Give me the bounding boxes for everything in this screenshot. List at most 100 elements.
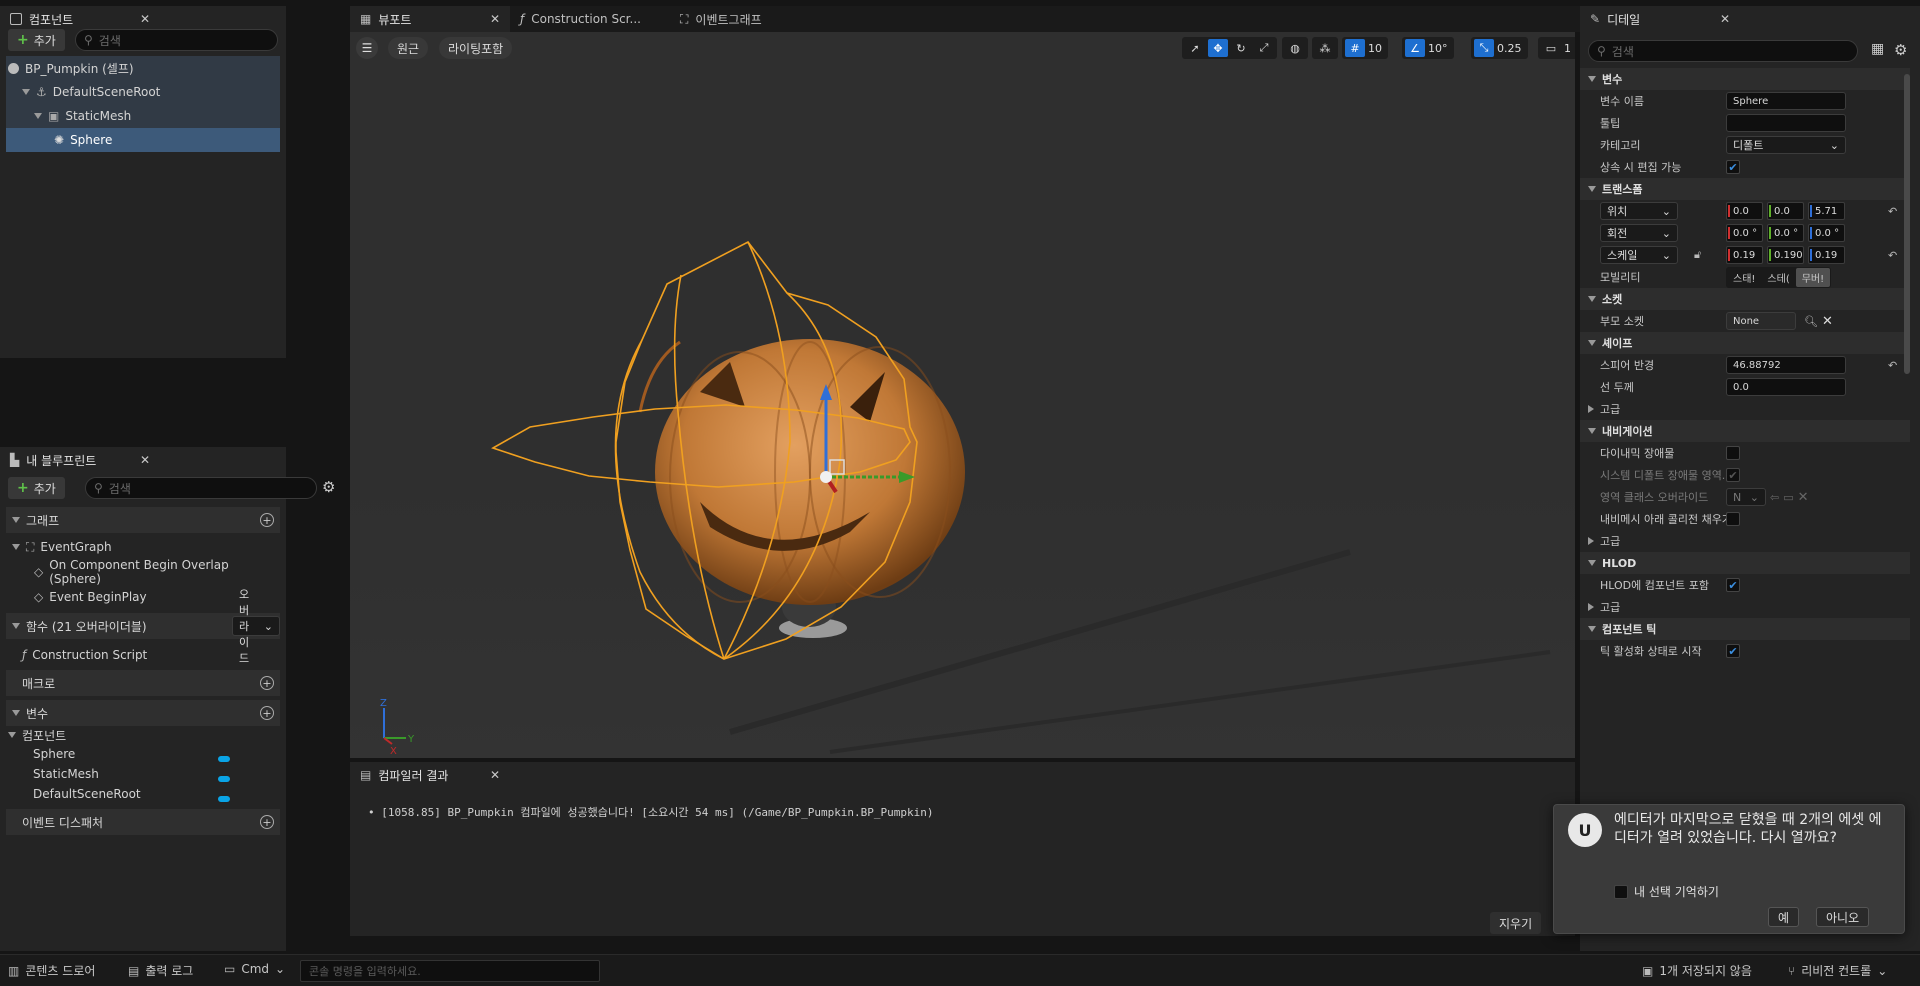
tree-item-staticmesh[interactable]: ▣ StaticMesh — [8, 104, 280, 128]
fill-collision-checkbox[interactable] — [1726, 512, 1740, 526]
world-space-icon[interactable]: ◍ — [1285, 39, 1305, 57]
scale-icon[interactable]: ⤢ — [1254, 39, 1274, 57]
functions-section[interactable]: 함수 (21 오버라이더블) 오버라이드 ⌄ + — [6, 588, 280, 665]
tab-viewport[interactable]: ▦ 뷰포트 ✕ — [350, 6, 510, 32]
camera-speed-value[interactable]: 1 — [1564, 42, 1574, 55]
collapse-icon[interactable] — [12, 623, 20, 629]
collapse-icon[interactable] — [8, 732, 16, 738]
hlod-section[interactable]: HLOD — [1580, 552, 1910, 574]
shape-advanced-row[interactable]: 고급 — [1580, 398, 1910, 420]
grid-snap-value[interactable]: 10 — [1368, 42, 1385, 55]
perspective-button[interactable]: 원근 — [388, 37, 429, 59]
expand-icon[interactable] — [22, 89, 30, 95]
reset-icon[interactable]: ↶ — [1888, 205, 1897, 218]
variable-item-defaultsceneroot[interactable]: DefaultSceneRoot — [8, 785, 280, 803]
camera-icon[interactable]: ▭ — [1541, 39, 1561, 57]
dispatchers-section[interactable]: 이벤트 디스패처 + — [6, 809, 280, 835]
sphere-radius-input[interactable]: 46.88792 — [1726, 356, 1846, 374]
close-icon[interactable]: ✕ — [490, 12, 500, 26]
tick-start-checkbox[interactable]: ✔ — [1726, 644, 1740, 658]
viewport[interactable]: Z Y X ☰ 원근 라이팅포함 ➚ ✥ ↻ ⤢ ◍ ⁂ # 10 ∠ 10° … — [350, 32, 1575, 758]
override-dropdown[interactable]: 오버라이드 ⌄ — [232, 588, 280, 665]
tree-item-bp-pumpkin[interactable]: BP_Pumpkin (셀프) — [8, 56, 280, 80]
add-macro-icon[interactable]: + — [260, 676, 274, 690]
my-blueprint-tab[interactable]: ▙ 내 블루프린트 ✕ — [0, 447, 160, 473]
reset-icon[interactable]: ↶ — [1888, 359, 1897, 372]
scale-snap-value[interactable]: 0.25 — [1497, 42, 1525, 55]
expand-icon[interactable] — [34, 113, 42, 119]
add-component-button[interactable]: + 추가 — [8, 29, 65, 51]
close-icon[interactable]: ✕ — [490, 768, 500, 782]
content-drawer-button[interactable]: ▥ 콘텐츠 드로어 — [8, 962, 95, 979]
variables-section[interactable]: 변수 + — [6, 700, 280, 726]
viewport-menu-icon[interactable]: ☰ — [356, 37, 378, 59]
expand-icon[interactable] — [12, 544, 20, 550]
close-icon[interactable]: ✕ — [140, 12, 150, 26]
expand-icon[interactable] — [1588, 536, 1594, 545]
console-input[interactable]: 콘솔 명령을 입력하세요. — [300, 960, 600, 982]
rotation-dropdown[interactable]: 회전 ⌄ — [1600, 224, 1678, 242]
location-z-input[interactable]: 5.71 — [1808, 202, 1845, 220]
hlod-advanced-row[interactable]: 고급 — [1580, 596, 1910, 618]
remember-checkbox[interactable] — [1614, 884, 1628, 899]
location-dropdown[interactable]: 위치 ⌄ — [1600, 202, 1678, 220]
rotation-x-input[interactable]: 0.0 ° — [1726, 224, 1763, 242]
rotate-icon[interactable]: ↻ — [1231, 39, 1251, 57]
mobility-static-option[interactable]: 스태! — [1727, 268, 1761, 287]
output-log-button[interactable]: ▤ 출력 로그 — [128, 962, 193, 979]
shape-section[interactable]: 셰이프 — [1580, 332, 1910, 354]
scale-dropdown[interactable]: 스케일 ⌄ — [1600, 246, 1678, 264]
remember-choice-row[interactable]: 내 선택 기억하기 — [1614, 883, 1719, 900]
socket-section[interactable]: 소켓 — [1580, 288, 1910, 310]
variable-item-sphere[interactable]: Sphere — [8, 745, 280, 763]
close-icon[interactable]: ✕ — [1720, 12, 1730, 26]
scale-x-input[interactable]: 0.19 — [1726, 246, 1763, 264]
lighting-mode-button[interactable]: 라이팅포함 — [439, 37, 513, 59]
scale-z-input[interactable]: 0.19 — [1808, 246, 1845, 264]
clear-icon[interactable]: ✕ — [1822, 314, 1833, 329]
components-search-input[interactable]: ⚲ 검색 — [75, 29, 278, 51]
parent-socket-field[interactable]: None — [1726, 312, 1796, 330]
details-tab[interactable]: ✎ 디테일 ✕ — [1580, 6, 1740, 32]
editable-checkbox[interactable]: ✔ — [1726, 160, 1740, 174]
angle-snap-icon[interactable]: ∠ — [1405, 39, 1425, 57]
tree-item-defaultsceneroot[interactable]: ⚓ DefaultSceneRoot — [8, 80, 280, 104]
close-icon[interactable]: ✕ — [140, 453, 150, 467]
event-graph-item[interactable]: ⛶ EventGraph — [8, 535, 280, 559]
revision-control-button[interactable]: ⑂ 리비전 컨트롤 ⌄ — [1788, 962, 1887, 979]
graphs-section[interactable]: 그래프 + — [6, 507, 280, 533]
variable-section[interactable]: 변수 — [1580, 68, 1910, 90]
gear-icon[interactable]: ⚙ — [1894, 41, 1907, 59]
components-category[interactable]: 컴포넌트 — [8, 726, 280, 744]
scale-snap-icon[interactable]: ⤡ — [1474, 39, 1494, 57]
translate-icon[interactable]: ✥ — [1208, 39, 1228, 57]
yes-button[interactable]: 예 — [1768, 907, 1800, 927]
compiler-tab[interactable]: ▤ 컴파일러 결과 ✕ — [350, 762, 510, 788]
tab-event-graph[interactable]: ⛶ 이벤트그래프 — [670, 6, 830, 32]
gear-icon[interactable]: ⚙ — [322, 478, 335, 496]
select-icon[interactable]: ➚ — [1185, 39, 1205, 57]
add-dispatcher-icon[interactable]: + — [260, 815, 274, 829]
line-thickness-input[interactable]: 0.0 — [1726, 378, 1846, 396]
table-view-icon[interactable]: ▦ — [1871, 41, 1884, 57]
expand-icon[interactable] — [1588, 404, 1594, 413]
collapse-icon[interactable] — [12, 517, 20, 523]
lock-icon[interactable]: 🔓︎ — [1694, 248, 1701, 262]
details-search-input[interactable]: ⚲ 검색 — [1588, 40, 1858, 62]
variable-name-input[interactable]: Sphere — [1726, 92, 1846, 110]
add-variable-icon[interactable]: + — [260, 706, 274, 720]
blueprint-search-input[interactable]: ⚲ 검색 — [85, 477, 317, 499]
category-dropdown[interactable]: 디폴트 ⌄ — [1726, 136, 1846, 154]
grid-snap-icon[interactable]: # — [1345, 39, 1365, 57]
details-scrollbar[interactable] — [1904, 74, 1910, 374]
rotation-z-input[interactable]: 0.0 ° — [1808, 224, 1845, 242]
unsaved-button[interactable]: ▣ 1개 저장되지 않음 — [1642, 962, 1752, 979]
navigation-advanced-row[interactable]: 고급 — [1580, 530, 1910, 552]
surface-snap-icon[interactable]: ⁂ — [1315, 39, 1335, 57]
browse-icon[interactable]: 🔍︎ — [1804, 315, 1818, 328]
collapse-icon[interactable] — [12, 710, 20, 716]
mobility-stationary-option[interactable]: 스테( — [1761, 268, 1795, 287]
add-graph-icon[interactable]: + — [260, 513, 274, 527]
hlod-include-checkbox[interactable]: ✔ — [1726, 578, 1740, 592]
tooltip-input[interactable] — [1726, 114, 1846, 132]
